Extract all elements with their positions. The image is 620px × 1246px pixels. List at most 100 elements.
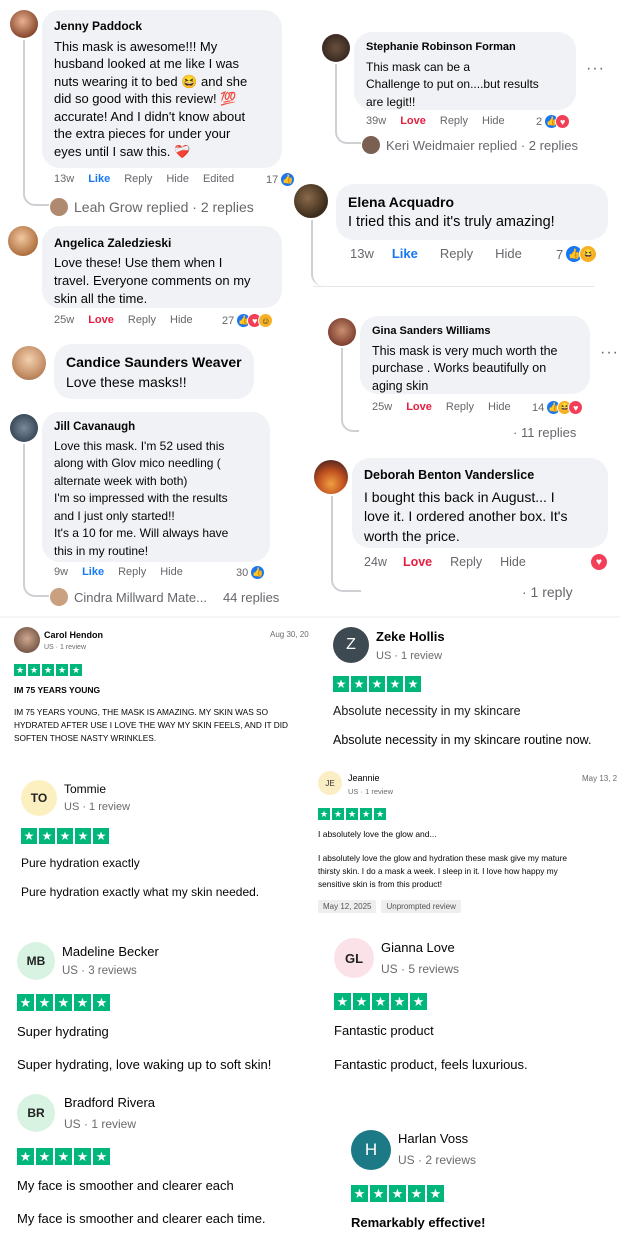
- reply-button[interactable]: Reply: [440, 246, 473, 261]
- love-button[interactable]: Love: [400, 115, 426, 127]
- comment-author[interactable]: Angelica Zaledzieski: [54, 234, 270, 252]
- comment-text: and I just only started!!: [54, 508, 175, 523]
- reviewer-name[interactable]: Tommie: [64, 782, 106, 796]
- reaction-summary[interactable]: 14 👍 😆 ♥: [532, 400, 584, 415]
- comment-text: Love this mask. I'm 52 used this: [54, 438, 225, 453]
- more-options-icon[interactable]: ···: [600, 344, 619, 362]
- reviewer-name[interactable]: Carol Hendon: [44, 630, 103, 640]
- reviewer-meta: US · 1 review: [376, 650, 443, 662]
- comment-author[interactable]: Candice Saunders Weaver: [66, 352, 242, 372]
- hide-button[interactable]: Hide: [160, 566, 183, 578]
- view-replies-link[interactable]: Leah Grow replied · 2 replies: [50, 198, 254, 216]
- avatar: TO: [21, 780, 57, 816]
- reviewer-name[interactable]: Zeke Hollis: [376, 629, 445, 644]
- reply-button[interactable]: Reply: [118, 566, 146, 578]
- avatar[interactable]: [10, 414, 38, 442]
- reply-button[interactable]: Reply: [440, 115, 468, 127]
- comment-author[interactable]: Jill Cavanaugh: [54, 419, 258, 437]
- star-icon: ★: [74, 994, 91, 1011]
- love-reaction-icon: ♥: [568, 400, 584, 415]
- review-title[interactable]: Remarkably effective!: [351, 1215, 485, 1230]
- reaction-summary[interactable]: 2 👍 ♥: [536, 114, 571, 129]
- reaction-summary[interactable]: 27 👍 ♥ ☺: [222, 313, 274, 328]
- reaction-summary[interactable]: 17 👍: [266, 172, 296, 187]
- view-replies-link[interactable]: Cindra Millward Mate... 44 replies: [50, 588, 279, 606]
- reviewer-name[interactable]: Gianna Love: [381, 940, 455, 955]
- comment-text: I bought this back in August... I: [364, 488, 555, 505]
- hide-button[interactable]: Hide: [488, 401, 511, 413]
- comment-author[interactable]: Deborah Benton Vanderslice: [364, 466, 596, 486]
- comment-actions: 13w Like Reply Hide: [350, 246, 536, 261]
- hide-button[interactable]: Hide: [166, 173, 189, 185]
- avatar[interactable]: [322, 34, 350, 62]
- reply-button[interactable]: Reply: [446, 401, 474, 413]
- star-icon: ★: [408, 1185, 425, 1202]
- like-button[interactable]: Like: [88, 173, 110, 185]
- timestamp[interactable]: 24w: [364, 555, 387, 569]
- comment-author[interactable]: Stephanie Robinson Forman: [366, 39, 564, 57]
- reviewer-name[interactable]: Madeline Becker: [62, 944, 159, 959]
- timestamp[interactable]: 9w: [54, 566, 68, 578]
- timestamp[interactable]: 13w: [54, 173, 74, 185]
- review-title[interactable]: My face is smoother and clearer each: [17, 1178, 234, 1193]
- star-icon: ★: [410, 993, 427, 1010]
- love-button[interactable]: Love: [406, 401, 432, 413]
- like-button[interactable]: Like: [392, 246, 418, 261]
- reaction-summary[interactable]: ♥: [590, 553, 608, 571]
- timestamp[interactable]: 25w: [372, 401, 392, 413]
- review-title[interactable]: Fantastic product: [334, 1023, 434, 1038]
- review-title[interactable]: I absolutely love the glow and...: [318, 829, 437, 839]
- avatar[interactable]: [8, 226, 38, 256]
- avatar[interactable]: [10, 10, 38, 38]
- edited-label: Edited: [202, 173, 235, 185]
- reviewer-name[interactable]: Harlan Voss: [398, 1131, 468, 1146]
- reaction-summary[interactable]: 30 👍: [236, 565, 266, 580]
- reviewer-name[interactable]: Jeannie: [348, 773, 380, 783]
- more-options-icon[interactable]: ···: [586, 60, 605, 78]
- reply-button[interactable]: Reply: [128, 314, 156, 326]
- love-button[interactable]: Love: [403, 555, 432, 569]
- view-replies-link[interactable]: · 11 replies: [513, 425, 576, 440]
- like-button[interactable]: Like: [82, 566, 104, 578]
- star-icon: ★: [391, 993, 408, 1010]
- comment-actions: 25w Love Reply Hide: [54, 314, 207, 326]
- avatar[interactable]: [328, 318, 356, 346]
- timestamp[interactable]: 39w: [366, 115, 386, 127]
- love-button[interactable]: Love: [88, 314, 114, 326]
- review-text: I absolutely love the glow and hydration…: [318, 853, 568, 863]
- thread-line: [341, 348, 359, 432]
- star-icon: ★: [21, 828, 37, 844]
- review-title[interactable]: Super hydrating: [17, 1024, 109, 1039]
- review-date: May 13, 2: [582, 774, 618, 783]
- hide-button[interactable]: Hide: [170, 314, 193, 326]
- comment-actions: 9w Like Reply Hide: [54, 566, 197, 578]
- star-icon: ★: [333, 676, 349, 692]
- comment-author[interactable]: Gina Sanders Williams: [372, 323, 578, 341]
- reply-button[interactable]: Reply: [450, 555, 482, 569]
- review-title[interactable]: Absolute necessity in my skincare: [333, 704, 521, 718]
- avatar[interactable]: [294, 184, 328, 218]
- view-replies-link[interactable]: · 1 reply: [522, 584, 573, 600]
- comment-text: the extra pieces for under your: [54, 126, 231, 141]
- hide-button[interactable]: Hide: [500, 555, 526, 569]
- timestamp[interactable]: 25w: [54, 314, 74, 326]
- comment-text: are legit!!: [366, 94, 416, 109]
- avatar[interactable]: [314, 460, 348, 494]
- reaction-summary[interactable]: 7 👍 😆: [556, 245, 598, 263]
- star-rating: ★ ★ ★ ★ ★: [318, 808, 388, 820]
- star-icon: ★: [74, 1148, 91, 1165]
- reviewer-meta: US · 1 review: [44, 644, 87, 651]
- reply-button[interactable]: Reply: [124, 173, 152, 185]
- reviewer-name[interactable]: Bradford Rivera: [64, 1095, 155, 1110]
- star-rating: ★ ★ ★ ★ ★: [21, 828, 111, 844]
- review-title[interactable]: Pure hydration exactly: [21, 856, 140, 870]
- comment-author[interactable]: Jenny Paddock: [54, 18, 270, 36]
- comment-author[interactable]: Elena Acquadro: [348, 192, 596, 212]
- avatar[interactable]: [12, 346, 46, 380]
- timestamp[interactable]: 13w: [350, 246, 374, 261]
- hide-button[interactable]: Hide: [482, 115, 505, 127]
- section-divider: [0, 616, 620, 618]
- hide-button[interactable]: Hide: [495, 246, 522, 261]
- review-title[interactable]: IM 75 YEARS YOUNG: [14, 685, 100, 695]
- view-replies-link[interactable]: Keri Weidmaier replied · 2 replies: [362, 136, 578, 154]
